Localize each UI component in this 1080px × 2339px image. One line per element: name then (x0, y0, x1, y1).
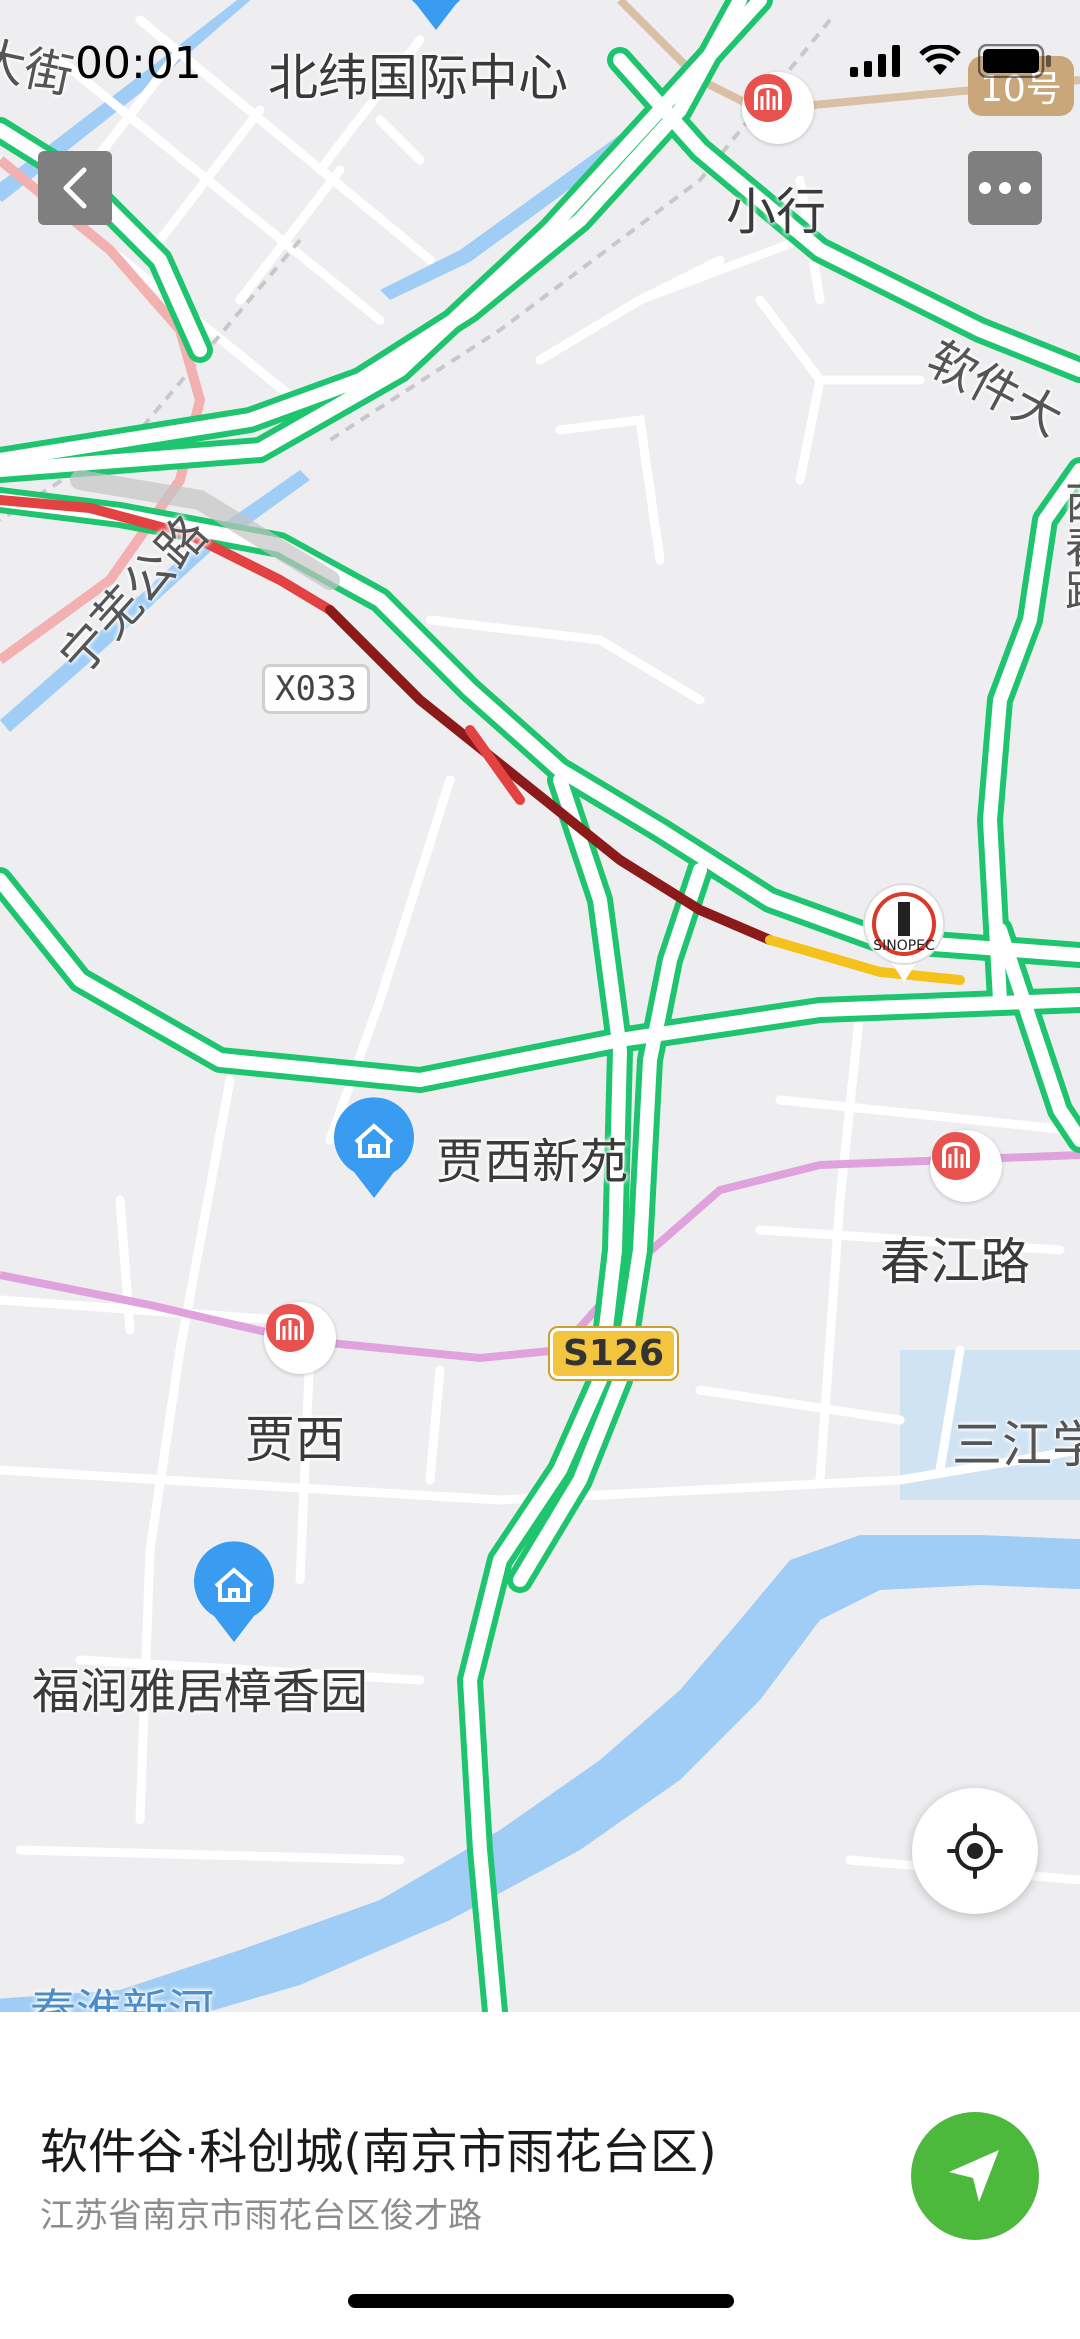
poi-label-jiaxixinyuan[interactable]: 贾西新苑 (436, 1122, 628, 1192)
place-name: 软件谷·科创城(南京市雨花台区) (40, 2124, 717, 2180)
locate-crosshair-icon (947, 1823, 1003, 1879)
metro-logo-icon (932, 1132, 980, 1180)
status-time: 00:01 (75, 38, 202, 89)
station-label-jiaxi[interactable]: 贾西 (245, 1400, 345, 1472)
svg-text:SINOPEC: SINOPEC (873, 938, 935, 954)
navigation-arrow-icon (949, 2150, 999, 2202)
navigate-button[interactable] (911, 2112, 1039, 2240)
road-badge-s126: S126 (547, 1326, 680, 1381)
metro-station-icon[interactable] (930, 1130, 1002, 1202)
locate-button[interactable] (912, 1788, 1038, 1914)
road-label-xichun: 西春路 (1057, 480, 1080, 612)
road-badge-x033: X033 (262, 664, 370, 714)
status-bar: 00:01 (0, 0, 1080, 130)
status-icons (850, 44, 1052, 78)
metro-station-icon[interactable] (264, 1302, 336, 1374)
more-button[interactable] (968, 151, 1042, 225)
water-label-qinhuai: 秦淮新河 (30, 1984, 214, 2012)
place-info-panel: 软件谷·科创城(南京市雨花台区) 江苏省南京市雨花台区俊才路 (0, 2012, 1080, 2339)
station-label-chunjianglu[interactable]: 春江路 (880, 1222, 1030, 1294)
more-dots-icon (979, 182, 1031, 194)
battery-icon (978, 44, 1051, 78)
road-label-sanjiang: 三江学 (952, 1416, 1080, 1474)
place-address: 江苏省南京市雨花台区俊才路 (40, 2196, 482, 2236)
back-button[interactable] (38, 151, 112, 225)
cellular-signal-icon (850, 45, 900, 77)
poi-label-furun[interactable]: 福润雅居樟香园 (32, 1652, 368, 1722)
chevron-left-icon (63, 167, 87, 209)
metro-logo-icon (266, 1304, 314, 1352)
station-label-xiaohang[interactable]: 小行 (726, 172, 826, 244)
wifi-icon (919, 45, 961, 75)
home-indicator[interactable] (348, 2294, 734, 2308)
map-view[interactable]: 北纬国际中心 小行 春江路 贾西 贾西新苑 福润雅居樟香园 宁芜公路 软件大 西… (0, 0, 1080, 2012)
